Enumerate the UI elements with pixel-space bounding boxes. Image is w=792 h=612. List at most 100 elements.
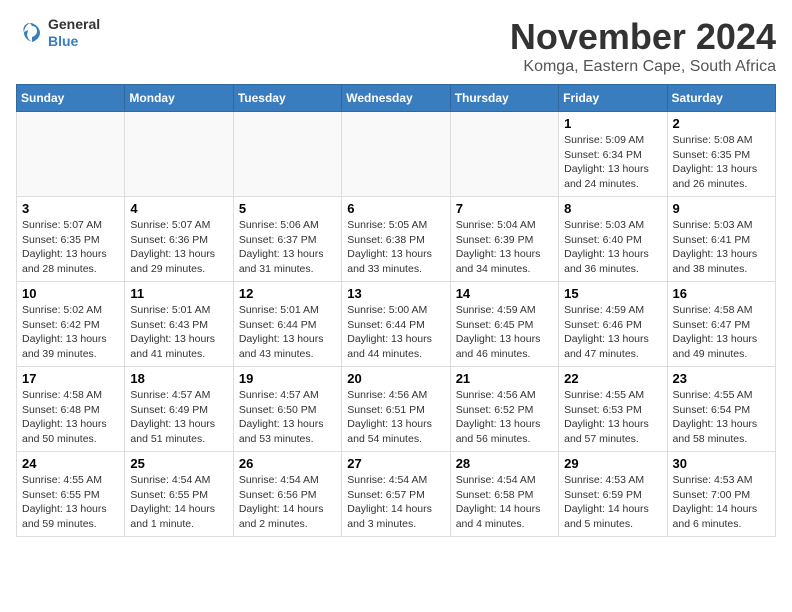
day-number: 21 [456,371,553,386]
calendar-cell: 10 Sunrise: 5:02 AM Sunset: 6:42 PM Dayli… [17,282,125,367]
day-info: Sunrise: 5:03 AM Sunset: 6:41 PM Dayligh… [673,218,770,277]
day-number: 12 [239,286,336,301]
calendar-cell: 9 Sunrise: 5:03 AM Sunset: 6:41 PM Daylig… [667,197,775,282]
day-number: 11 [130,286,227,301]
day-number: 9 [673,201,770,216]
calendar-cell: 12 Sunrise: 5:01 AM Sunset: 6:44 PM Dayli… [233,282,341,367]
calendar-cell [233,112,341,197]
page-header: General Blue November 2024 Komga, Easter… [16,16,776,76]
day-info: Sunrise: 4:59 AM Sunset: 6:46 PM Dayligh… [564,303,661,362]
day-info: Sunrise: 4:54 AM Sunset: 6:55 PM Dayligh… [130,473,227,532]
day-number: 28 [456,456,553,471]
day-number: 7 [456,201,553,216]
calendar-cell: 2 Sunrise: 5:08 AM Sunset: 6:35 PM Daylig… [667,112,775,197]
day-info: Sunrise: 5:07 AM Sunset: 6:36 PM Dayligh… [130,218,227,277]
calendar-cell: 8 Sunrise: 5:03 AM Sunset: 6:40 PM Daylig… [559,197,667,282]
month-title: November 2024 [510,16,776,58]
calendar-table: SundayMondayTuesdayWednesdayThursdayFrid… [16,84,776,537]
day-number: 2 [673,116,770,131]
weekday-header-wednesday: Wednesday [342,85,450,112]
calendar-cell: 26Sunrise: 4:54 AM Sunset: 6:56 PM Dayli… [233,452,341,537]
day-number: 8 [564,201,661,216]
day-number: 13 [347,286,444,301]
week-row-2: 3 Sunrise: 5:07 AM Sunset: 6:35 PM Daylig… [17,197,776,282]
weekday-header-monday: Monday [125,85,233,112]
day-number: 18 [130,371,227,386]
day-number: 3 [22,201,119,216]
day-info: Sunrise: 4:55 AM Sunset: 6:54 PM Dayligh… [673,388,770,447]
day-number: 6 [347,201,444,216]
weekday-header-sunday: Sunday [17,85,125,112]
calendar-cell: 5Sunrise: 5:06 AM Sunset: 6:37 PM Daylig… [233,197,341,282]
day-info: Sunrise: 5:01 AM Sunset: 6:43 PM Dayligh… [130,303,227,362]
day-info: Sunrise: 4:56 AM Sunset: 6:51 PM Dayligh… [347,388,444,447]
calendar-cell: 21Sunrise: 4:56 AM Sunset: 6:52 PM Dayli… [450,367,558,452]
calendar-cell: 29Sunrise: 4:53 AM Sunset: 6:59 PM Dayli… [559,452,667,537]
day-info: Sunrise: 4:54 AM Sunset: 6:57 PM Dayligh… [347,473,444,532]
day-number: 16 [673,286,770,301]
day-number: 27 [347,456,444,471]
calendar-cell: 30 Sunrise: 4:53 AM Sunset: 7:00 PM Dayli… [667,452,775,537]
calendar-cell: 13 Sunrise: 5:00 AM Sunset: 6:44 PM Dayli… [342,282,450,367]
calendar-cell: 20Sunrise: 4:56 AM Sunset: 6:51 PM Dayli… [342,367,450,452]
day-number: 22 [564,371,661,386]
calendar-cell: 15 Sunrise: 4:59 AM Sunset: 6:46 PM Dayli… [559,282,667,367]
calendar-cell: 6 Sunrise: 5:05 AM Sunset: 6:38 PM Daylig… [342,197,450,282]
calendar-cell: 14Sunrise: 4:59 AM Sunset: 6:45 PM Dayli… [450,282,558,367]
calendar-cell [17,112,125,197]
logo-blue: Blue [48,33,100,50]
day-number: 10 [22,286,119,301]
calendar-cell: 3 Sunrise: 5:07 AM Sunset: 6:35 PM Daylig… [17,197,125,282]
day-info: Sunrise: 4:58 AM Sunset: 6:48 PM Dayligh… [22,388,119,447]
day-info: Sunrise: 4:53 AM Sunset: 7:00 PM Dayligh… [673,473,770,532]
weekday-header-row: SundayMondayTuesdayWednesdayThursdayFrid… [17,85,776,112]
weekday-header-friday: Friday [559,85,667,112]
day-info: Sunrise: 5:00 AM Sunset: 6:44 PM Dayligh… [347,303,444,362]
calendar-cell: 19 Sunrise: 4:57 AM Sunset: 6:50 PM Dayli… [233,367,341,452]
day-number: 14 [456,286,553,301]
weekday-header-thursday: Thursday [450,85,558,112]
calendar-cell [125,112,233,197]
calendar-cell: 17 Sunrise: 4:58 AM Sunset: 6:48 PM Dayli… [17,367,125,452]
logo: General Blue [16,16,100,50]
day-info: Sunrise: 5:03 AM Sunset: 6:40 PM Dayligh… [564,218,661,277]
calendar-cell: 24Sunrise: 4:55 AM Sunset: 6:55 PM Dayli… [17,452,125,537]
weekday-header-tuesday: Tuesday [233,85,341,112]
week-row-1: 1Sunrise: 5:09 AM Sunset: 6:34 PM Daylig… [17,112,776,197]
day-number: 25 [130,456,227,471]
week-row-4: 17 Sunrise: 4:58 AM Sunset: 6:48 PM Dayli… [17,367,776,452]
day-info: Sunrise: 5:01 AM Sunset: 6:44 PM Dayligh… [239,303,336,362]
day-info: Sunrise: 4:57 AM Sunset: 6:49 PM Dayligh… [130,388,227,447]
day-number: 5 [239,201,336,216]
day-number: 15 [564,286,661,301]
day-number: 19 [239,371,336,386]
day-info: Sunrise: 5:09 AM Sunset: 6:34 PM Dayligh… [564,133,661,192]
calendar-cell [342,112,450,197]
day-number: 30 [673,456,770,471]
day-number: 26 [239,456,336,471]
day-info: Sunrise: 5:04 AM Sunset: 6:39 PM Dayligh… [456,218,553,277]
calendar-cell: 27 Sunrise: 4:54 AM Sunset: 6:57 PM Dayli… [342,452,450,537]
logo-general: General [48,16,100,33]
calendar-cell: 22Sunrise: 4:55 AM Sunset: 6:53 PM Dayli… [559,367,667,452]
week-row-3: 10 Sunrise: 5:02 AM Sunset: 6:42 PM Dayli… [17,282,776,367]
day-info: Sunrise: 4:57 AM Sunset: 6:50 PM Dayligh… [239,388,336,447]
calendar-cell: 18 Sunrise: 4:57 AM Sunset: 6:49 PM Dayli… [125,367,233,452]
day-number: 17 [22,371,119,386]
calendar-cell: 4 Sunrise: 5:07 AM Sunset: 6:36 PM Daylig… [125,197,233,282]
title-area: November 2024 Komga, Eastern Cape, South… [510,16,776,76]
day-info: Sunrise: 5:05 AM Sunset: 6:38 PM Dayligh… [347,218,444,277]
day-info: Sunrise: 5:08 AM Sunset: 6:35 PM Dayligh… [673,133,770,192]
logo-text: General Blue [48,16,100,50]
calendar-cell [450,112,558,197]
calendar-cell: 28 Sunrise: 4:54 AM Sunset: 6:58 PM Dayli… [450,452,558,537]
day-number: 4 [130,201,227,216]
calendar-cell: 23Sunrise: 4:55 AM Sunset: 6:54 PM Dayli… [667,367,775,452]
day-info: Sunrise: 5:07 AM Sunset: 6:35 PM Dayligh… [22,218,119,277]
day-info: Sunrise: 4:53 AM Sunset: 6:59 PM Dayligh… [564,473,661,532]
day-info: Sunrise: 5:02 AM Sunset: 6:42 PM Dayligh… [22,303,119,362]
weekday-header-saturday: Saturday [667,85,775,112]
calendar-cell: 16Sunrise: 4:58 AM Sunset: 6:47 PM Dayli… [667,282,775,367]
logo-bird-icon [16,19,44,47]
day-info: Sunrise: 4:54 AM Sunset: 6:58 PM Dayligh… [456,473,553,532]
